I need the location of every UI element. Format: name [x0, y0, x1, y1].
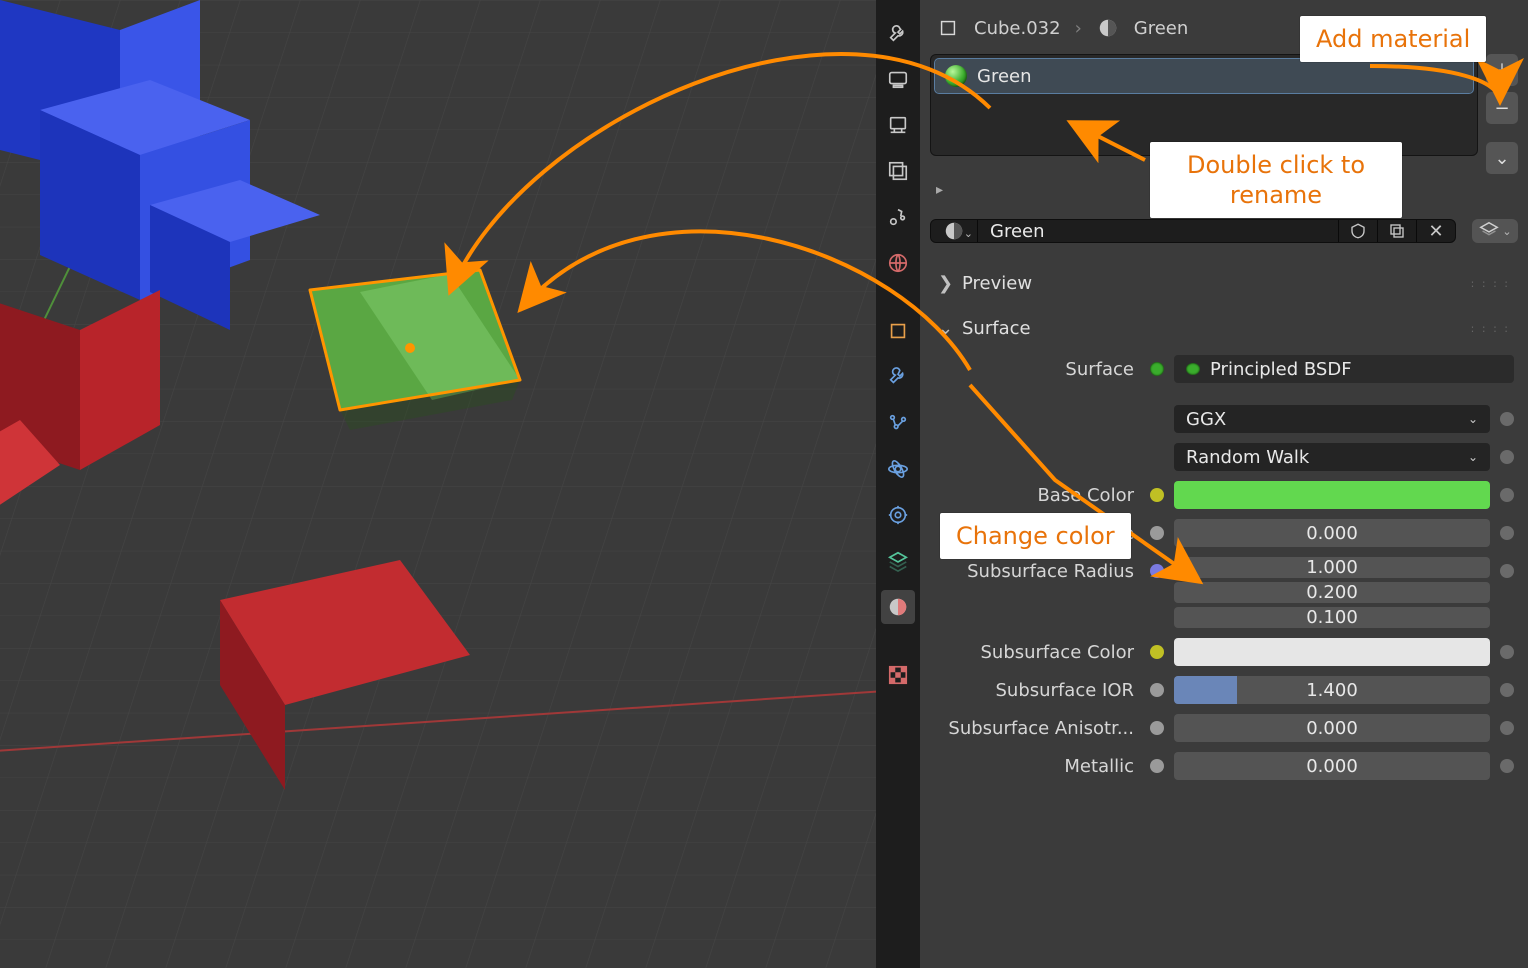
particles-tab[interactable] [881, 406, 915, 440]
object-icon [936, 16, 960, 40]
surface-panel-header[interactable]: ⌄ Surface : : : : [930, 306, 1518, 351]
distribution-dropdown[interactable]: GGX ⌄ [1174, 405, 1490, 433]
triangle-right-icon[interactable]: ▸ [936, 182, 943, 198]
subsurface-radius-x[interactable]: 1.000 [1174, 557, 1490, 578]
socket-dot-icon[interactable] [1150, 564, 1164, 578]
socket-dot-icon[interactable] [1150, 362, 1164, 376]
surface-label: Surface [934, 359, 1140, 380]
plus-icon: ＋ [1493, 57, 1511, 83]
preview-panel-label: Preview [962, 273, 1032, 294]
subsurface-radius-z[interactable]: 0.100 [1174, 607, 1490, 628]
options-dot-icon[interactable] [1500, 526, 1514, 540]
output-tab[interactable] [881, 108, 915, 142]
socket-dot-icon[interactable] [1150, 759, 1164, 773]
material-slot-specials-button[interactable]: ⌄ [1486, 142, 1518, 174]
chevron-right-icon: › [1075, 18, 1082, 39]
subsurface-method-dropdown[interactable]: Random Walk ⌄ [1174, 443, 1490, 471]
surface-shader-value: Principled BSDF [1210, 359, 1352, 380]
subsurface-radius-label: Subsurface Radius [934, 557, 1140, 582]
drag-handle-icon[interactable]: : : : : [1471, 322, 1510, 335]
metallic-label: Metallic [934, 756, 1140, 777]
subsurface-method-value: Random Walk [1186, 447, 1309, 468]
chevron-down-icon: ⌄ [1494, 148, 1509, 169]
properties-panel: Cube.032 › Green Green ＋ − [920, 0, 1528, 968]
socket-dot-icon[interactable] [1150, 488, 1164, 502]
new-material-button[interactable] [1377, 220, 1416, 242]
tool-tab[interactable] [881, 16, 915, 50]
physics-tab[interactable] [881, 452, 915, 486]
subsurface-label: Subsurface [934, 523, 1140, 544]
options-dot-icon[interactable] [1500, 645, 1514, 659]
close-icon: ✕ [1428, 221, 1443, 242]
breadcrumb-object[interactable]: Cube.032 [974, 18, 1061, 39]
remove-material-slot-button[interactable]: − [1486, 92, 1518, 124]
texture-tab[interactable] [881, 658, 915, 692]
options-dot-icon[interactable] [1500, 488, 1514, 502]
data-tab[interactable] [881, 544, 915, 578]
fake-user-button[interactable] [1338, 220, 1377, 242]
socket-dot-icon[interactable] [1150, 683, 1164, 697]
preview-panel-header[interactable]: ❯ Preview : : : : [930, 261, 1518, 306]
subsurface-color-swatch[interactable] [1174, 638, 1490, 666]
add-material-slot-button[interactable]: ＋ [1486, 54, 1518, 86]
world-tab[interactable] [881, 246, 915, 280]
chevron-right-icon: ❯ [938, 273, 952, 294]
options-dot-icon[interactable] [1500, 412, 1514, 426]
unlink-material-button[interactable]: ✕ [1416, 220, 1455, 242]
material-slot[interactable]: Green [935, 59, 1473, 93]
browse-material-button[interactable]: ⌄ [931, 220, 978, 242]
subsurface-aniso-label: Subsurface Anisotr... [934, 718, 1140, 739]
drag-handle-icon[interactable]: : : : : [951, 186, 1516, 199]
material-slot-list[interactable]: Green [930, 54, 1478, 156]
subsurface-value[interactable]: 0.000 [1174, 519, 1490, 547]
shader-dot-icon [1186, 363, 1200, 375]
options-dot-icon[interactable] [1500, 683, 1514, 697]
material-swatch-icon [945, 65, 967, 87]
material-link-mode-button[interactable]: ⌄ [1472, 219, 1518, 243]
material-tab[interactable] [881, 590, 915, 624]
breadcrumb-material[interactable]: Green [1134, 18, 1189, 39]
options-dot-icon[interactable] [1500, 564, 1514, 578]
subsurface-color-label: Subsurface Color [934, 642, 1140, 663]
surface-panel-label: Surface [962, 318, 1031, 339]
socket-dot-icon[interactable] [1150, 645, 1164, 659]
properties-tab-strip [876, 0, 920, 968]
render-tab[interactable] [881, 62, 915, 96]
viewport-3d[interactable] [0, 0, 876, 968]
chevron-down-icon: ⌄ [1468, 450, 1478, 464]
constraints-tab[interactable] [881, 498, 915, 532]
metallic-value[interactable]: 0.000 [1174, 752, 1490, 780]
material-name-field[interactable]: Green [978, 220, 1338, 242]
base-color-label: Base Color [934, 485, 1140, 506]
chevron-down-icon: ⌄ [1468, 412, 1478, 426]
subsurface-ior-value[interactable]: 1.400 [1174, 676, 1490, 704]
surface-shader-dropdown[interactable]: Principled BSDF [1174, 355, 1514, 383]
breadcrumb: Cube.032 › Green [930, 8, 1518, 54]
options-dot-icon[interactable] [1500, 759, 1514, 773]
options-dot-icon[interactable] [1500, 450, 1514, 464]
subsurface-radius-y[interactable]: 0.200 [1174, 582, 1490, 603]
base-color-swatch[interactable] [1174, 481, 1490, 509]
minus-icon: − [1494, 98, 1509, 119]
material-slot-name[interactable]: Green [977, 66, 1032, 87]
modifier-tab[interactable] [881, 360, 915, 394]
socket-dot-icon[interactable] [1150, 721, 1164, 735]
scene-tab[interactable] [881, 200, 915, 234]
object-tab[interactable] [881, 314, 915, 348]
drag-handle-icon[interactable]: : : : : [1471, 277, 1510, 290]
subsurface-aniso-value[interactable]: 0.000 [1174, 714, 1490, 742]
material-icon [1096, 16, 1120, 40]
chevron-down-icon: ⌄ [938, 318, 952, 339]
viewlayer-tab[interactable] [881, 154, 915, 188]
subsurface-ior-label: Subsurface IOR [934, 680, 1140, 701]
socket-dot-icon[interactable] [1150, 526, 1164, 540]
distribution-value: GGX [1186, 409, 1226, 430]
options-dot-icon[interactable] [1500, 721, 1514, 735]
